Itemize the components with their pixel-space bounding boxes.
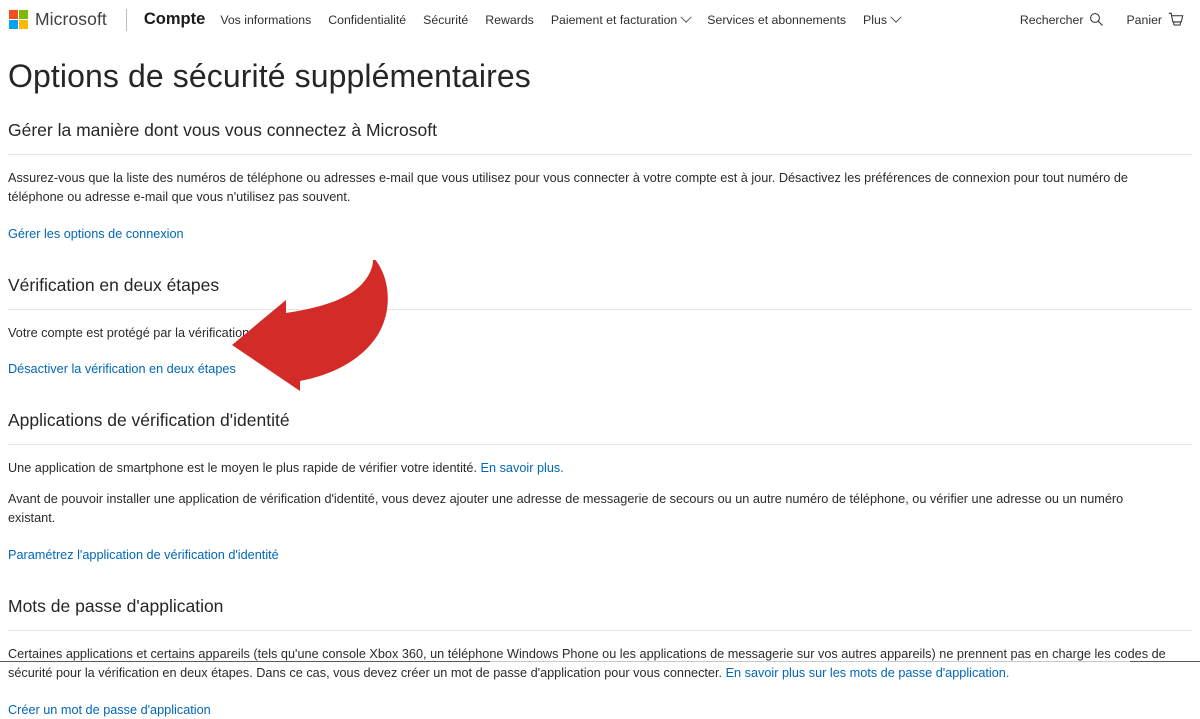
chevron-down-icon xyxy=(890,11,902,23)
cart-button[interactable]: Panier xyxy=(1126,12,1184,27)
nav-item-securite[interactable]: Sécurité xyxy=(423,13,468,27)
nav-item-label: Rewards xyxy=(485,12,534,27)
disable-two-step-link[interactable]: Désactiver la vérification en deux étape… xyxy=(8,362,236,376)
nav-item-label: Confidentialité xyxy=(328,12,407,27)
nav-brand-compte[interactable]: Compte xyxy=(144,10,205,29)
learn-more-link[interactable]: En savoir plus. xyxy=(481,461,564,475)
logo-square-red xyxy=(9,10,18,19)
nav-item-paiement-et-facturation[interactable]: Paiement et facturation xyxy=(550,11,692,27)
section-divider xyxy=(8,153,1192,155)
identity-apps-heading: Applications de vérification d'identité xyxy=(8,410,290,431)
nav-item-label: Paiement et facturation xyxy=(550,12,678,27)
nav-divider xyxy=(125,8,127,31)
nav-right-group: Rechercher Panier xyxy=(1020,12,1184,27)
search-label: Rechercher xyxy=(1019,12,1084,27)
microsoft-logo[interactable]: Microsoft xyxy=(9,10,107,29)
nav-item-confidentialite[interactable]: Confidentialité xyxy=(328,13,406,27)
setup-identity-app-link[interactable]: Paramétrez l'application de vérification… xyxy=(8,548,279,562)
page-title: Options de sécurité supplémentaires xyxy=(8,58,531,94)
two-step-verification-section: Vérification en deux étapes Votre compte… xyxy=(8,274,1192,378)
shopping-cart-icon xyxy=(1168,12,1184,26)
search-icon xyxy=(1090,13,1104,26)
nav-item-label: Sécurité xyxy=(423,12,469,27)
identity-apps-paragraph-2: Avant de pouvoir installer une applicati… xyxy=(8,491,1124,526)
two-step-heading: Vérification en deux étapes xyxy=(8,275,220,295)
logo-square-yellow xyxy=(19,20,28,29)
section-divider xyxy=(8,308,1192,310)
identity-apps-paragraph-1-text: Une application de smartphone est le moy… xyxy=(8,460,481,475)
intro-section: Gérer la manière dont vous vous connecte… xyxy=(8,119,1192,243)
nav-item-label: Plus xyxy=(863,12,887,27)
logo-square-blue xyxy=(9,20,18,29)
microsoft-logo-icon xyxy=(9,10,28,29)
nav-links: Vos informations Confidentialité Sécurit… xyxy=(220,11,902,27)
two-step-link-row: Désactiver la vérification en deux étape… xyxy=(8,360,1192,378)
top-navigation-bar: Microsoft Compte Vos informations Confid… xyxy=(0,0,1200,39)
logo-square-green xyxy=(19,10,28,19)
create-app-password-link[interactable]: Créer un mot de passe d'application xyxy=(8,703,211,717)
nav-item-services-et-abonnements[interactable]: Services et abonnements xyxy=(707,13,846,27)
nav-item-label: Vos informations xyxy=(220,12,312,27)
app-passwords-heading: Mots de passe d'application xyxy=(8,596,224,616)
section-divider xyxy=(8,443,1192,445)
two-step-status-text: Votre compte est protégé par la vérifica… xyxy=(8,325,344,340)
chevron-down-icon xyxy=(680,11,692,23)
intro-heading: Gérer la manière dont vous vous connecte… xyxy=(8,120,437,140)
microsoft-wordmark: Microsoft xyxy=(35,8,107,29)
identity-apps-paragraph-1: Une application de smartphone est le moy… xyxy=(8,459,1168,479)
nav-item-plus[interactable]: Plus xyxy=(863,11,902,27)
footer-rule xyxy=(0,661,490,662)
intro-link-row: Gérer les options de connexion xyxy=(8,225,1192,243)
footer-rule-light xyxy=(490,661,1130,662)
nav-item-rewards[interactable]: Rewards xyxy=(485,13,534,27)
nav-item-vos-informations[interactable]: Vos informations xyxy=(220,13,311,27)
nav-item-label: Services et abonnements xyxy=(707,12,847,27)
footer-rule-right xyxy=(1130,661,1200,662)
manage-signin-options-link[interactable]: Gérer les options de connexion xyxy=(8,227,184,241)
cart-label: Panier xyxy=(1126,12,1162,27)
section-divider xyxy=(8,629,1192,631)
app-passwords-section: Mots de passe d'application Certaines ap… xyxy=(8,595,1192,719)
search-button[interactable]: Rechercher xyxy=(1020,12,1105,27)
identity-verification-apps-section: Applications de vérification d'identité … xyxy=(8,409,1192,564)
page-content: Options de sécurité supplémentaires Gére… xyxy=(0,56,1200,719)
identity-apps-link-row: Paramétrez l'application de vérification… xyxy=(8,546,1192,564)
app-passwords-link-row: Créer un mot de passe d'application xyxy=(8,701,1192,719)
intro-paragraph: Assurez-vous que la liste des numéros de… xyxy=(8,170,1128,205)
footer-top-edge xyxy=(0,661,1200,675)
